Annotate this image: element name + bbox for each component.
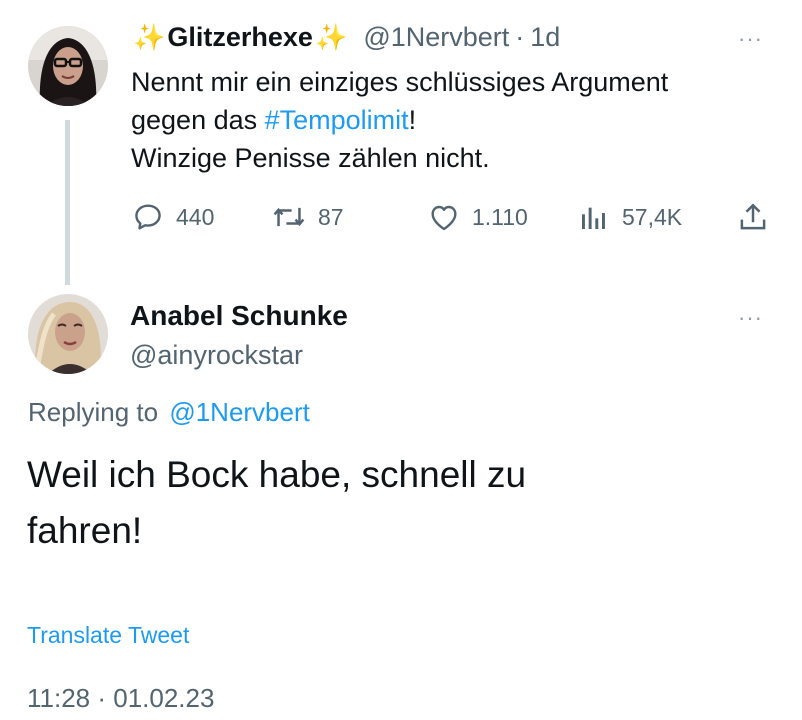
- like-count: 1.110: [472, 203, 528, 230]
- reply-tweet-text: Weil ich Bock habe, schnell zu fahren!: [27, 447, 526, 559]
- translate-tweet-link[interactable]: Translate Tweet: [27, 622, 189, 649]
- reply-button[interactable]: 440: [132, 201, 214, 233]
- tweet-text-segment: !: [408, 105, 417, 135]
- tweet-text-line: Winzige Penisse zählen nicht.: [131, 143, 490, 173]
- reply-author-handle[interactable]: @ainyrockstar: [130, 340, 303, 371]
- tweet-text-line: gegen das #Tempolimit!: [131, 101, 668, 139]
- share-button[interactable]: [737, 200, 769, 234]
- tweet-text-line: Weil ich Bock habe, schnell zu: [27, 454, 527, 495]
- retweet-count: 87: [318, 203, 344, 230]
- tweet-age[interactable]: 1d: [530, 22, 560, 53]
- tweet-text-segment: gegen das: [131, 105, 265, 135]
- reply-icon: [135, 204, 161, 230]
- author-handle[interactable]: @1Nervbert: [363, 22, 509, 53]
- sparkle-icon: ✨: [133, 22, 166, 52]
- hashtag-link[interactable]: #Tempolimit: [265, 105, 409, 135]
- share-icon: [740, 203, 766, 230]
- more-options-icon[interactable]: ···: [738, 307, 763, 329]
- author-name[interactable]: Glitzerhexe: [167, 22, 313, 53]
- replying-to-label: Replying to: [28, 397, 159, 427]
- replying-to-line: Replying to @1Nervbert: [28, 397, 310, 428]
- avatar-glitzerhexe[interactable]: [28, 26, 108, 106]
- original-tweet-text: Nennt mir ein einziges schlüssiges Argum…: [131, 63, 668, 177]
- views-count: 57,4K: [622, 203, 683, 230]
- retweet-icon: [273, 207, 305, 227]
- header-separator: ·: [515, 22, 525, 52]
- views-chart-icon: [582, 207, 605, 229]
- original-tweet-header: ✨ Glitzerhexe ✨ @1Nervbert · 1d: [133, 22, 560, 53]
- sparkle-icon: ✨: [314, 22, 348, 52]
- tweet-text-line: Nennt mir ein einziges schlüssiges Argum…: [131, 67, 669, 97]
- avatar-portrait-image: [28, 294, 108, 374]
- tweet-timestamp[interactable]: 11:28 · 01.02.23: [27, 683, 214, 714]
- reply-count: 440: [176, 203, 215, 230]
- like-button[interactable]: 1.110: [428, 202, 528, 232]
- avatar-anabel-schunke[interactable]: [28, 294, 108, 374]
- avatar-portrait-image: [28, 26, 108, 106]
- views-button[interactable]: 57,4K: [578, 201, 682, 233]
- more-options-icon[interactable]: ···: [738, 28, 763, 50]
- replying-to-handle-link[interactable]: @1Nervbert: [169, 397, 310, 427]
- retweet-button[interactable]: 87: [272, 201, 344, 233]
- thread-connector-line: [65, 120, 70, 285]
- reply-author-name[interactable]: Anabel Schunke: [130, 300, 348, 332]
- heart-icon: [431, 205, 457, 231]
- tweet-text-line: fahren!: [27, 510, 143, 551]
